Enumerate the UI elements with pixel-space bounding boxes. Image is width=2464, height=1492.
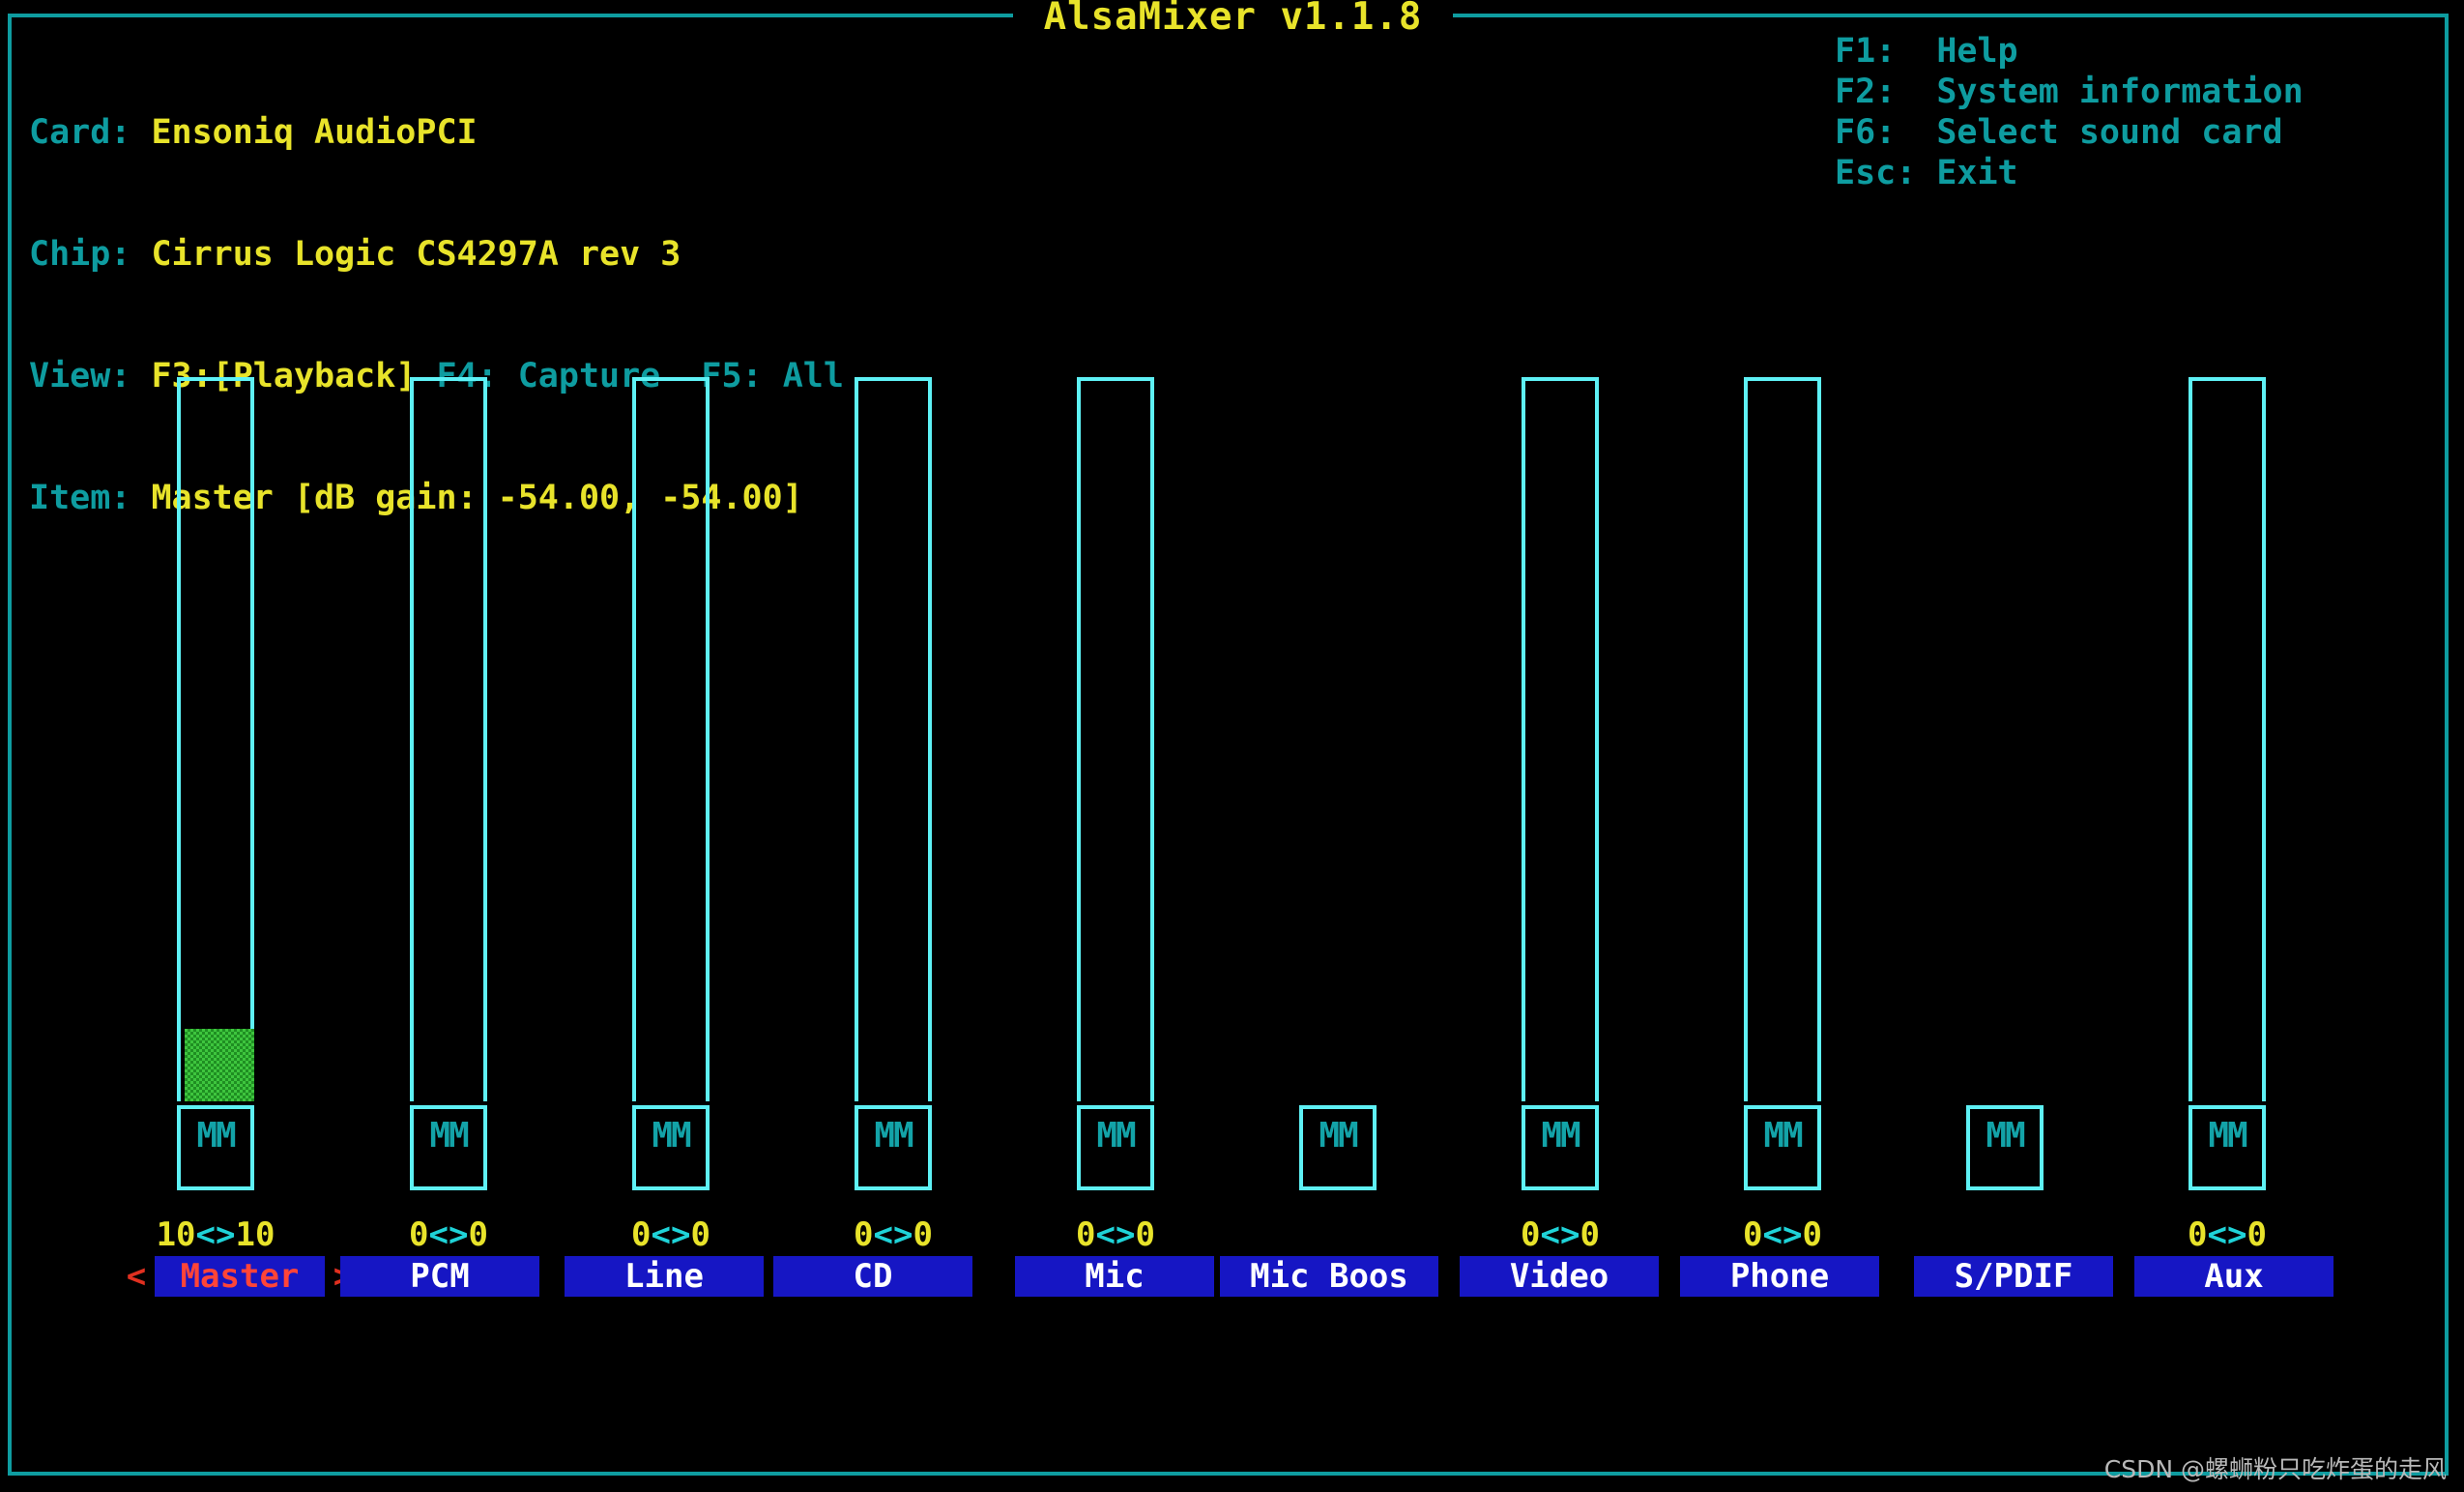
mute-toggle-mic[interactable]: MM [1077, 1105, 1154, 1190]
volume-value-line: 0<>0 [584, 1216, 758, 1253]
mute-toggle-pcm[interactable]: MM [410, 1105, 487, 1190]
volume-separator: <> [651, 1215, 691, 1254]
volume-separator: <> [1540, 1215, 1580, 1254]
csdn-watermark: CSDN @螺蛳粉只吃炸蛋的走风 [2103, 1455, 2447, 1483]
volume-fill-master [185, 1029, 254, 1101]
volume-value-mic: 0<>0 [1029, 1216, 1203, 1253]
volume-bar-aux[interactable] [2189, 377, 2266, 1101]
channel-label-phone[interactable]: Phone [1680, 1256, 1879, 1297]
volume-bar-line[interactable] [632, 377, 710, 1101]
alsamixer-terminal-window: AlsaMixer v1.1.8 Card: Ensoniq AudioPCI … [0, 0, 2464, 1492]
volume-separator: <> [873, 1215, 913, 1254]
volume-value-phone: 0<>0 [1696, 1216, 1870, 1253]
mute-toggle-phone[interactable]: MM [1744, 1105, 1821, 1190]
volume-right-value: 0 [2247, 1215, 2267, 1254]
channel-label-video[interactable]: Video [1460, 1256, 1659, 1297]
channel-label-s-pdif[interactable]: S/PDIF [1914, 1256, 2113, 1297]
volume-left-value: 0 [1743, 1215, 1763, 1254]
volume-right-value: 0 [1135, 1215, 1155, 1254]
mute-indicator-label: MM [2208, 1116, 2247, 1156]
mute-toggle-video[interactable]: MM [1522, 1105, 1599, 1190]
mute-indicator-label: MM [874, 1116, 913, 1156]
channel-label-line[interactable]: Line [565, 1256, 764, 1297]
volume-right-value: 0 [913, 1215, 933, 1254]
channel-label-cd[interactable]: CD [773, 1256, 972, 1297]
mute-indicator-label: MM [652, 1116, 691, 1156]
mute-indicator-label: MM [1541, 1116, 1580, 1156]
volume-left-value: 0 [1521, 1215, 1541, 1254]
mute-toggle-aux[interactable]: MM [2189, 1105, 2266, 1190]
volume-right-value: 0 [468, 1215, 488, 1254]
mute-indicator-label: MM [196, 1116, 236, 1156]
volume-right-value: 0 [690, 1215, 710, 1254]
channel-label-pcm[interactable]: PCM [340, 1256, 539, 1297]
mute-indicator-label: MM [429, 1116, 469, 1156]
volume-bar-phone[interactable] [1744, 377, 1821, 1101]
mute-toggle-cd[interactable]: MM [855, 1105, 932, 1190]
volume-separator: <> [428, 1215, 469, 1254]
volume-separator: <> [195, 1215, 236, 1254]
volume-left-value: 0 [631, 1215, 652, 1254]
volume-bar-pcm[interactable] [410, 377, 487, 1101]
mute-toggle-line[interactable]: MM [632, 1105, 710, 1190]
volume-bar-cd[interactable] [855, 377, 932, 1101]
volume-value-master: 10<>10 [129, 1216, 303, 1253]
volume-separator: <> [2207, 1215, 2247, 1254]
previous-channel-arrow-icon[interactable]: < [124, 1256, 149, 1297]
volume-left-value: 0 [1076, 1215, 1096, 1254]
mute-indicator-label: MM [1319, 1116, 1358, 1156]
mute-indicator-label: MM [1763, 1116, 1803, 1156]
volume-separator: <> [1095, 1215, 1136, 1254]
volume-right-value: 0 [1802, 1215, 1822, 1254]
volume-left-value: 0 [409, 1215, 429, 1254]
mute-toggle-master[interactable]: MM [177, 1105, 254, 1190]
channel-label-mic-boos[interactable]: Mic Boos [1220, 1256, 1438, 1297]
volume-value-pcm: 0<>0 [362, 1216, 536, 1253]
volume-right-value: 0 [1580, 1215, 1600, 1254]
volume-value-aux: 0<>0 [2140, 1216, 2314, 1253]
channel-label-mic[interactable]: Mic [1015, 1256, 1214, 1297]
volume-value-video: 0<>0 [1473, 1216, 1647, 1253]
channel-label-aux[interactable]: Aux [2134, 1256, 2334, 1297]
channel-label-master[interactable]: Master [155, 1256, 325, 1297]
volume-separator: <> [1762, 1215, 1803, 1254]
mixer-channel-strip-area: MM10<>10Master<>MM0<>0PCMMM0<>0LineMM0<>… [0, 0, 2464, 1492]
mute-indicator-label: MM [1096, 1116, 1136, 1156]
mute-toggle-s-pdif[interactable]: MM [1966, 1105, 2044, 1190]
volume-left-value: 0 [854, 1215, 874, 1254]
volume-bar-mic[interactable] [1077, 377, 1154, 1101]
volume-bar-video[interactable] [1522, 377, 1599, 1101]
mute-toggle-mic-boos[interactable]: MM [1299, 1105, 1377, 1190]
volume-right-value: 10 [235, 1215, 275, 1254]
volume-bar-master[interactable] [177, 377, 254, 1101]
volume-left-value: 0 [2188, 1215, 2208, 1254]
volume-left-value: 10 [156, 1215, 196, 1254]
mute-indicator-label: MM [1986, 1116, 2025, 1156]
volume-value-cd: 0<>0 [806, 1216, 980, 1253]
